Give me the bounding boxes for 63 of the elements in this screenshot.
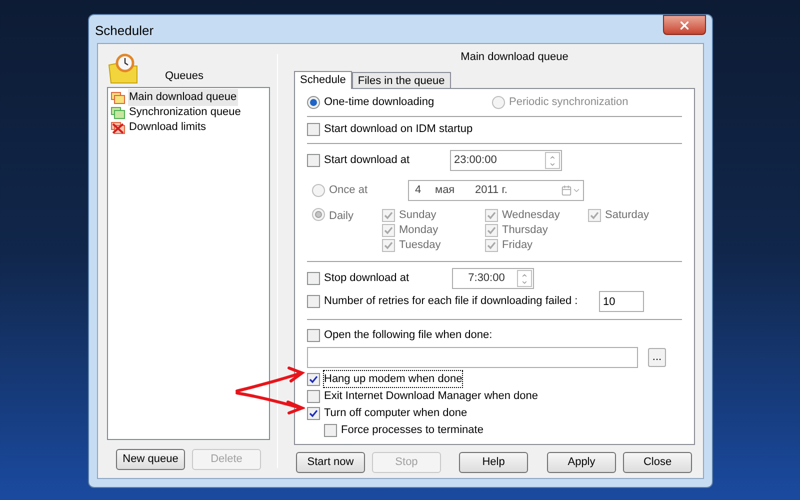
checkbox-label: Number of retries for each file if downloading failed : bbox=[324, 294, 578, 310]
checkbox[interactable] bbox=[307, 390, 320, 402]
dialog-button[interactable]: Help bbox=[459, 452, 528, 472]
spin-button[interactable] bbox=[517, 270, 532, 287]
radio-label: Once at bbox=[329, 183, 368, 198]
folder-stack-icon bbox=[111, 92, 125, 104]
checkbox[interactable] bbox=[307, 154, 320, 167]
time-field[interactable]: 7:30:00 bbox=[452, 268, 534, 289]
crossed-folder-icon bbox=[111, 122, 125, 134]
checkbox-label: Stop download at bbox=[324, 271, 410, 286]
queue-item[interactable]: Main download queue bbox=[128, 89, 238, 106]
close-button[interactable] bbox=[663, 15, 706, 35]
radio-label: Daily bbox=[329, 208, 354, 224]
close-icon bbox=[678, 18, 691, 32]
checkbox-label: Open the following file when done: bbox=[324, 328, 492, 344]
dialog-button[interactable]: Apply bbox=[547, 452, 616, 472]
checkbox[interactable] bbox=[307, 329, 320, 342]
checkbox-label: Sunday bbox=[399, 208, 436, 223]
checkbox[interactable] bbox=[307, 295, 320, 308]
checkbox-label: Saturday bbox=[605, 208, 650, 223]
checkbox[interactable] bbox=[307, 272, 320, 285]
checkbox-label: Start download on IDM startup bbox=[324, 122, 473, 138]
queues-heading: Queues bbox=[165, 68, 204, 84]
queue-item[interactable]: Download limits bbox=[128, 119, 208, 136]
up-icon bbox=[521, 272, 528, 278]
dropdown-caret-icon bbox=[572, 186, 581, 195]
checkbox-label: Start download at bbox=[324, 153, 410, 168]
radio-label: Periodic synchronization bbox=[509, 95, 628, 110]
checkbox-label: Wednesday bbox=[502, 208, 560, 223]
queue-title: Main download queue bbox=[460, 50, 568, 65]
checkbox-label: Thursday bbox=[502, 222, 548, 238]
checkbox-label: Force processes to terminate bbox=[341, 422, 484, 438]
retries-field[interactable]: 10 bbox=[599, 291, 644, 312]
down-icon bbox=[549, 160, 556, 168]
spin-button[interactable] bbox=[545, 152, 560, 169]
checkbox-label: Hang up modem when done bbox=[324, 370, 462, 388]
checkbox-label: Exit Internet Download Manager when done bbox=[324, 388, 538, 404]
annotation-arrows-drawing bbox=[233, 364, 305, 416]
calendar-icon bbox=[561, 185, 572, 196]
checkbox-label: Turn off computer when done bbox=[324, 406, 468, 421]
time-field[interactable]: 23:00:00 bbox=[450, 150, 562, 171]
dialog-button[interactable]: Close bbox=[623, 452, 692, 472]
radio-label: One-time downloading bbox=[324, 95, 434, 110]
date-field[interactable]: 4 мая 2011 г. bbox=[408, 180, 584, 201]
tab[interactable]: Schedule bbox=[294, 70, 352, 88]
dialog-button[interactable]: New queue bbox=[116, 449, 185, 470]
checkbox-label: Monday bbox=[399, 222, 438, 238]
browse-button[interactable]: ... bbox=[648, 348, 666, 366]
queue-item[interactable]: Synchronization queue bbox=[128, 104, 242, 121]
checkbox-label: Friday bbox=[502, 238, 533, 253]
checkbox[interactable] bbox=[307, 372, 320, 386]
checkbox[interactable] bbox=[324, 424, 337, 436]
tab[interactable]: Files in the queue bbox=[352, 72, 451, 88]
window-title: Scheduler bbox=[95, 22, 155, 40]
up-icon bbox=[549, 154, 556, 160]
file-path-field[interactable] bbox=[307, 346, 638, 368]
dialog-button[interactable]: Start now bbox=[296, 452, 365, 472]
folder-stack-icon bbox=[111, 106, 125, 118]
checkbox[interactable] bbox=[307, 123, 320, 136]
radio-button[interactable] bbox=[307, 96, 320, 109]
down-icon bbox=[521, 278, 528, 286]
checkbox[interactable] bbox=[307, 406, 320, 420]
checkbox-label: Tuesday bbox=[399, 238, 441, 253]
